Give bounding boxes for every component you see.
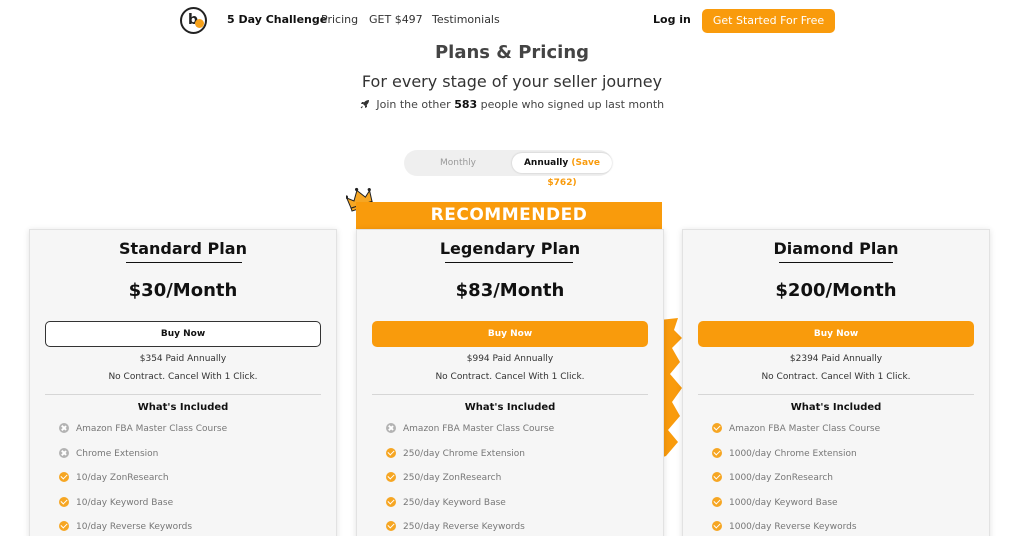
feature-item: 10/day ZonResearch bbox=[59, 472, 319, 497]
feature-item: 10/day Reverse Keywords bbox=[59, 521, 319, 536]
cross-icon bbox=[386, 423, 396, 433]
signup-note: Join the other 583 people who signed up … bbox=[0, 98, 1024, 111]
feature-item: 250/day ZonResearch bbox=[386, 472, 646, 497]
feature-text: 1000/day ZonResearch bbox=[729, 473, 834, 484]
feature-item: 1000/day ZonResearch bbox=[712, 472, 972, 497]
brand-logo[interactable]: b bbox=[180, 7, 207, 34]
billing-toggle: Monthly Annually (Save $762) bbox=[404, 150, 612, 188]
plan-price: $83/Month bbox=[455, 280, 565, 301]
top-nav: b 5 Day Challenge Pricing GET $497 Testi… bbox=[0, 0, 1024, 40]
cross-icon bbox=[59, 447, 69, 458]
nav-link-5-day-challenge[interactable]: 5 Day Challenge bbox=[227, 13, 327, 26]
feature-text: 250/day Keyword Base bbox=[403, 497, 506, 508]
nav-link-pricing[interactable]: Pricing bbox=[321, 13, 358, 26]
plan-name-underline bbox=[126, 262, 242, 263]
feature-list: Amazon FBA Master Class Course 250/day C… bbox=[386, 423, 646, 536]
check-icon bbox=[712, 521, 722, 532]
whats-included-heading: What's Included bbox=[790, 402, 882, 413]
feature-text: Amazon FBA Master Class Course bbox=[76, 424, 228, 434]
whats-included-heading: What's Included bbox=[464, 402, 556, 413]
cross-icon bbox=[59, 423, 69, 433]
divider bbox=[45, 394, 321, 395]
feature-item: 250/day Keyword Base bbox=[386, 496, 646, 522]
plan-price: $30/Month bbox=[128, 280, 238, 301]
check-icon bbox=[712, 496, 722, 507]
plan-name: Standard Plan bbox=[119, 239, 247, 258]
signup-note-prefix: Join the other bbox=[376, 98, 451, 111]
feature-list: Amazon FBA Master Class Course 1000/day … bbox=[712, 423, 972, 536]
feature-text: Chrome Extension bbox=[76, 448, 159, 459]
contract-note: No Contract. Cancel With 1 Click. bbox=[761, 372, 911, 382]
contract-note: No Contract. Cancel With 1 Click. bbox=[108, 372, 258, 382]
feature-item: Amazon FBA Master Class Course bbox=[386, 423, 646, 448]
feature-item: 1000/day Reverse Keywords bbox=[712, 521, 972, 536]
plan-card-diamond: Diamond Plan $200/Month Buy Now $2394 Pa… bbox=[682, 229, 990, 536]
plan-name: Diamond Plan bbox=[773, 239, 899, 258]
buy-now-button[interactable]: Buy Now bbox=[45, 321, 321, 347]
feature-list: Amazon FBA Master Class Course Chrome Ex… bbox=[59, 423, 319, 536]
feature-text: Amazon FBA Master Class Course bbox=[403, 424, 555, 434]
check-icon bbox=[386, 447, 396, 458]
feature-text: 10/day Keyword Base bbox=[76, 497, 174, 508]
plan-card-standard: Standard Plan $30/Month Buy Now $354 Pai… bbox=[29, 229, 337, 536]
feature-text: 1000/day Keyword Base bbox=[729, 497, 838, 508]
divider bbox=[698, 394, 974, 395]
toggle-monthly[interactable]: Monthly bbox=[410, 153, 506, 173]
signup-count: 583 bbox=[454, 98, 478, 111]
paid-annually: $994 Paid Annually bbox=[466, 354, 554, 364]
buy-now-button[interactable]: Buy Now bbox=[372, 321, 648, 347]
check-icon bbox=[712, 447, 722, 458]
feature-text: 250/day Reverse Keywords bbox=[403, 522, 525, 533]
feature-item: 250/day Reverse Keywords bbox=[386, 521, 646, 536]
signup-note-suffix: people who signed up last month bbox=[480, 98, 665, 111]
feature-item: 10/day Keyword Base bbox=[59, 496, 319, 522]
check-icon bbox=[386, 521, 396, 532]
check-icon bbox=[59, 521, 69, 532]
paid-annually: $354 Paid Annually bbox=[139, 354, 227, 364]
feature-text: Amazon FBA Master Class Course bbox=[729, 424, 881, 434]
divider bbox=[372, 394, 648, 395]
feature-text: 1000/day Chrome Extension bbox=[729, 448, 857, 459]
nav-link-get-497[interactable]: GET $497 bbox=[369, 13, 423, 26]
check-icon bbox=[59, 472, 69, 483]
feature-item: Amazon FBA Master Class Course bbox=[59, 423, 319, 448]
plan-card-legendary: Legendary Plan $83/Month Buy Now $994 Pa… bbox=[356, 229, 664, 536]
feature-text: 10/day Reverse Keywords bbox=[76, 522, 193, 533]
feature-item: 1000/day Chrome Extension bbox=[712, 447, 972, 473]
feature-text: 250/day ZonResearch bbox=[403, 473, 502, 484]
nav-link-testimonials[interactable]: Testimonials bbox=[432, 13, 500, 26]
check-icon bbox=[386, 472, 396, 483]
paid-annually: $2394 Paid Annually bbox=[789, 354, 883, 364]
contract-note: No Contract. Cancel With 1 Click. bbox=[435, 372, 585, 382]
check-icon bbox=[59, 496, 69, 507]
plan-name-underline bbox=[779, 262, 893, 263]
toggle-annually-label: Annually bbox=[523, 158, 569, 168]
get-started-button[interactable]: Get Started For Free bbox=[702, 9, 835, 33]
toggle-annually[interactable]: Annually (Save $762) bbox=[512, 153, 612, 188]
plan-price: $200/Month bbox=[775, 280, 897, 301]
login-link[interactable]: Log in bbox=[653, 13, 691, 26]
buy-now-button[interactable]: Buy Now bbox=[698, 321, 974, 347]
check-icon bbox=[712, 472, 722, 483]
rocket-icon bbox=[360, 100, 369, 109]
recommended-banner: RECOMMENDED bbox=[356, 202, 662, 229]
plan-name: Legendary Plan bbox=[439, 239, 581, 258]
feature-item: 250/day Chrome Extension bbox=[386, 447, 646, 473]
plan-name-underline bbox=[445, 262, 573, 263]
whats-included-heading: What's Included bbox=[137, 402, 229, 413]
feature-item: 1000/day Keyword Base bbox=[712, 496, 972, 522]
feature-item: Amazon FBA Master Class Course bbox=[712, 423, 972, 448]
check-icon bbox=[386, 496, 396, 507]
feature-text: 1000/day Reverse Keywords bbox=[729, 522, 857, 533]
page-subtitle: For every stage of your seller journey bbox=[361, 72, 663, 91]
check-icon bbox=[712, 423, 722, 433]
logo-dot bbox=[195, 19, 204, 28]
page-title: Plans & Pricing bbox=[434, 42, 590, 63]
feature-text: 250/day Chrome Extension bbox=[403, 448, 525, 459]
feature-text: 10/day ZonResearch bbox=[76, 473, 169, 484]
feature-item: Chrome Extension bbox=[59, 447, 319, 473]
